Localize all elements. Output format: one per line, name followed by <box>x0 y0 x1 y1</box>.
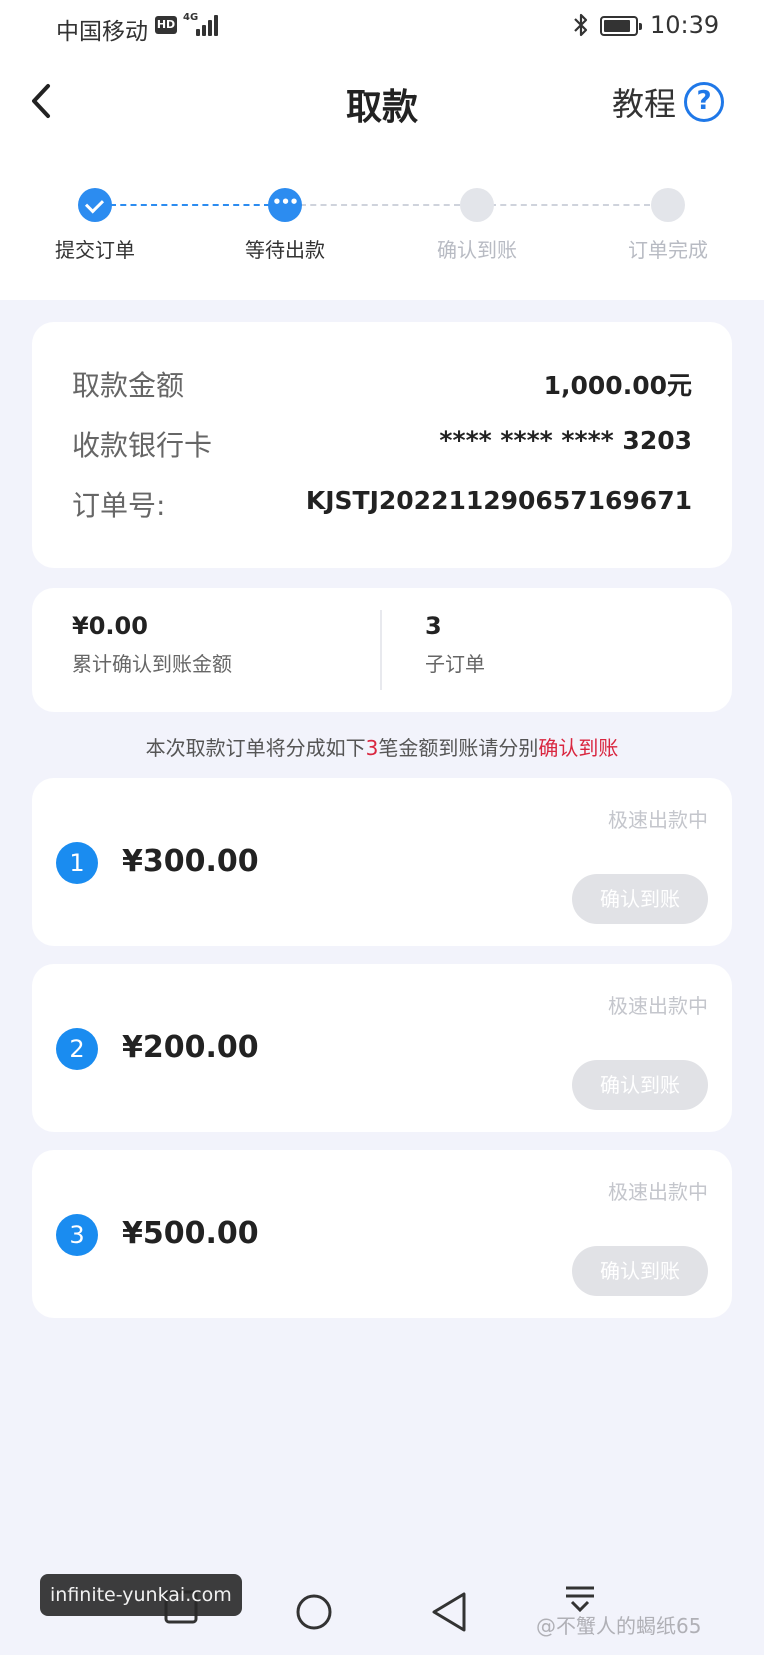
confirmed-amount-value: ¥0.00 <box>72 612 148 640</box>
back-nav-button[interactable] <box>408 1570 488 1655</box>
sub-order-index: 1 <box>56 842 98 884</box>
confirm-receipt-button[interactable]: 确认到账 <box>572 1246 708 1296</box>
sub-order-count-label: 子订单 <box>425 652 485 676</box>
confirm-receipt-button[interactable]: 确认到账 <box>572 874 708 924</box>
confirmed-amount-stat: ¥0.00 累计确认到账金额 <box>72 612 232 677</box>
order-number-value: KJSTJ20221129065716967​1 <box>305 486 692 515</box>
order-info-card: 取款金额 1,000.00元 收款银行卡 **** **** **** 3203… <box>32 322 732 568</box>
sub-order-amount: ¥500.00 <box>122 1216 259 1251</box>
step-label: 确认到账 <box>437 238 517 262</box>
ellipsis-icon: ••• <box>268 188 302 222</box>
info-label: 收款银行卡 <box>72 429 213 462</box>
sub-order-status: 极速出款中 <box>608 808 708 832</box>
step-order-complete: 订单完成 <box>578 184 758 263</box>
help-icon: ? <box>684 82 725 122</box>
order-number-row: 订单号: KJSTJ20221129065716967​1 <box>72 484 692 524</box>
info-label: 订单号: <box>72 489 166 522</box>
watermark-author: @不蟹人的蝎纸65 <box>536 1614 702 1638</box>
step-label: 订单完成 <box>628 238 708 262</box>
sub-order-count-value: 3 <box>425 612 442 640</box>
sub-order-index: 2 <box>56 1028 98 1070</box>
sub-order-index: 3 <box>56 1214 98 1256</box>
withdraw-amount-row: 取款金额 1,000.00元 <box>72 364 692 404</box>
sub-order-card: 3 ¥500.00 极速出款中 确认到账 <box>32 1150 732 1318</box>
triangle-back-icon <box>432 1592 466 1632</box>
pending-dot-icon <box>460 188 494 222</box>
back-button[interactable] <box>24 78 64 124</box>
tutorial-label: 教程 <box>612 85 677 123</box>
info-label: 取款金额 <box>72 369 185 402</box>
notice-text: 笔金额到账请分别 <box>378 736 539 760</box>
split-notice: 本次取款订单将分成如下3笔金额到账请分别确认到账 <box>0 732 764 761</box>
confirmed-amount-label: 累计确认到账金额 <box>72 652 232 676</box>
withdraw-amount-value: 1,000.00元 <box>543 371 692 400</box>
home-button[interactable] <box>274 1570 354 1655</box>
bank-card-value: **** **** **** 3203 <box>439 426 692 455</box>
step-submit-order: 提交订单 <box>5 184 185 263</box>
signal-icon <box>196 14 222 36</box>
sub-order-amount: ¥300.00 <box>122 844 259 879</box>
status-bar: 中国移动 HD 4G 10:39 <box>0 0 764 52</box>
carrier-name: 中国移动 <box>56 19 148 45</box>
sub-order-card: 2 ¥200.00 极速出款中 确认到账 <box>32 964 732 1132</box>
step-confirm-receipt: 确认到账 <box>387 184 567 263</box>
sub-order-card: 1 ¥300.00 极速出款中 确认到账 <box>32 778 732 946</box>
notice-text: 本次取款订单将分成如下 <box>145 736 366 760</box>
tutorial-button[interactable]: 教程 ? <box>612 80 725 124</box>
watermark-url: infinite-yunkai.com <box>40 1574 242 1616</box>
step-label: 等待出款 <box>245 238 325 262</box>
bluetooth-icon <box>574 13 588 37</box>
progress-stepper: 提交订单 ••• 等待出款 确认到账 订单完成 <box>0 184 764 264</box>
sub-order-status: 极速出款中 <box>608 994 708 1018</box>
hd-badge: HD <box>155 16 177 34</box>
chevron-left-icon <box>32 84 50 118</box>
circle-icon <box>296 1594 332 1630</box>
notice-action: 确认到账 <box>538 736 619 760</box>
divider <box>380 610 382 690</box>
battery-icon <box>600 16 642 36</box>
sub-order-count-stat: 3 子订单 <box>425 612 485 677</box>
step-label: 提交订单 <box>55 238 135 262</box>
bank-card-row: 收款银行卡 **** **** **** 3203 <box>72 424 692 464</box>
sub-order-amount: ¥200.00 <box>122 1030 259 1065</box>
step-awaiting-payout: ••• 等待出款 <box>195 184 375 263</box>
pending-dot-icon <box>651 188 685 222</box>
check-icon <box>78 188 112 222</box>
stats-card: ¥0.00 累计确认到账金额 3 子订单 <box>32 588 732 712</box>
clock: 10:39 <box>650 11 720 39</box>
sub-order-status: 极速出款中 <box>608 1180 708 1204</box>
notice-count: 3 <box>365 736 379 760</box>
confirm-receipt-button[interactable]: 确认到账 <box>572 1060 708 1110</box>
